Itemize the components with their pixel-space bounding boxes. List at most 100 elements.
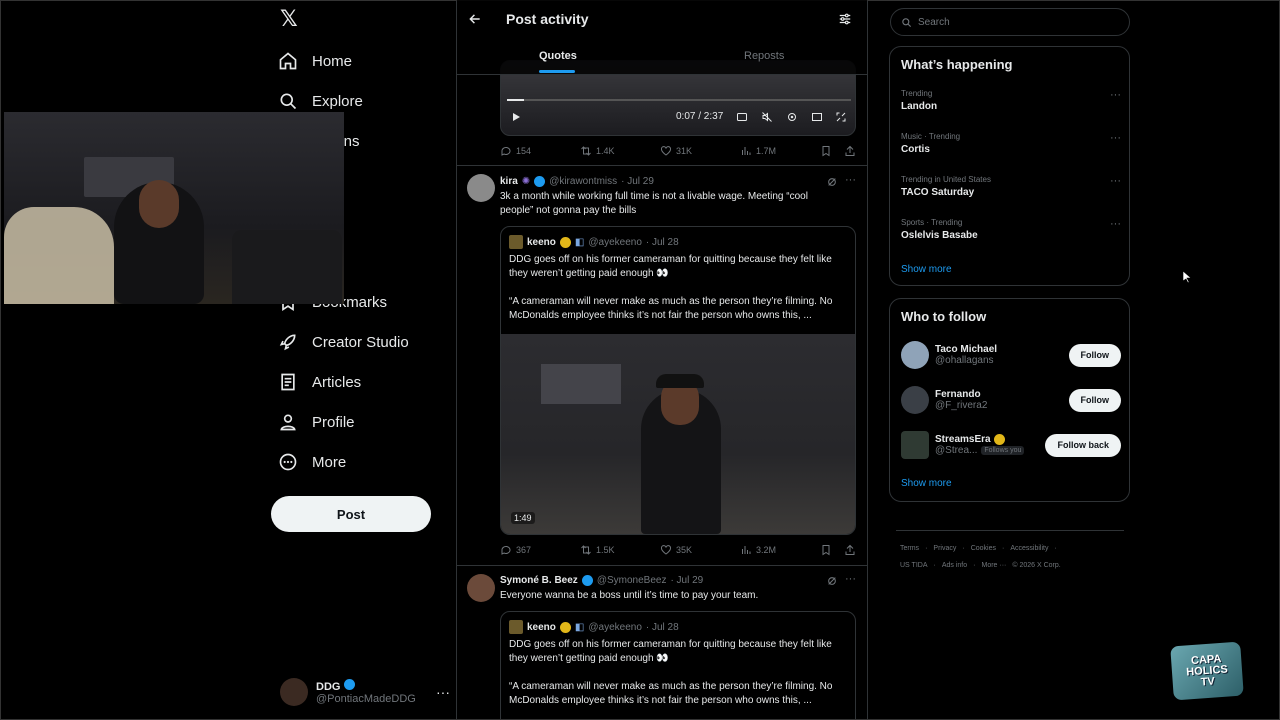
footer-sep: · — [962, 545, 965, 552]
views-button[interactable]: 3.2M — [740, 544, 820, 556]
bookmark-icon[interactable] — [820, 145, 832, 157]
repost-button[interactable]: 1.4K — [580, 145, 660, 157]
trend-item[interactable]: Music · Trending Cortis ··· — [901, 132, 1121, 155]
quoted-post[interactable]: keeno ◧ @ayekeeno · Jul 28 DDG goes off … — [500, 226, 856, 535]
nav-profile[interactable]: Profile — [278, 402, 355, 442]
captions-icon[interactable] — [736, 111, 748, 123]
footer-link-more[interactable]: More ··· — [981, 562, 1006, 569]
nav-creator-studio[interactable]: Creator Studio — [278, 322, 409, 362]
reply-button[interactable]: 367 — [500, 544, 580, 556]
account-name: DDG — [316, 681, 341, 693]
show-more-link[interactable]: Show more — [901, 478, 952, 489]
post-author-name[interactable]: kira — [500, 176, 518, 187]
quoted-post[interactable]: keeno ◧ @ayekeeno · Jul 28 DDG goes off … — [500, 611, 856, 720]
quoted-author-name: keeno — [527, 621, 556, 633]
like-button[interactable]: 31K — [660, 145, 740, 157]
post-date[interactable]: · Jul 29 — [670, 575, 703, 586]
trend-meta: Sports · Trending — [901, 218, 963, 227]
fullscreen-icon[interactable] — [835, 111, 847, 123]
repost-button[interactable]: 1.5K — [580, 544, 660, 556]
footer-link-us-tida[interactable]: US TIDA — [900, 562, 928, 569]
quoted-author-handle: @ayekeeno — [588, 621, 642, 633]
view-count: 1.7M — [756, 146, 777, 156]
quoted-post-text-1: DDG goes off on his former cameraman for… — [509, 639, 832, 664]
nav-explore-label: Explore — [312, 92, 363, 110]
nav-profile-label: Profile — [312, 413, 355, 431]
follow-handle-row: @Strea... Follows you — [935, 445, 1025, 456]
follow-suggestion[interactable]: Taco Michael @ohallagans Follow — [901, 339, 1121, 371]
footer-link-accessibility[interactable]: Accessibility — [1010, 545, 1048, 552]
quoted-post-date: · Jul 28 — [645, 621, 679, 633]
more-dots-icon[interactable]: ··· — [436, 684, 450, 700]
post-author-handle[interactable]: @SymoneBeez — [597, 575, 667, 586]
video-progress-bar[interactable] — [507, 99, 851, 101]
post-date[interactable]: · Jul 29 — [621, 176, 654, 187]
filter-icon[interactable] — [838, 12, 852, 26]
post-divider — [457, 565, 867, 566]
search-input[interactable] — [918, 16, 1118, 28]
nav-articles[interactable]: Articles — [278, 362, 361, 402]
follow-button[interactable]: Follow — [1068, 343, 1121, 367]
tab-reposts[interactable]: Reposts — [744, 50, 784, 62]
show-more-link[interactable]: Show more — [901, 264, 952, 275]
grok-icon[interactable] — [827, 177, 837, 187]
account-switcher[interactable]: DDG @PontiacMadeDDG ··· — [280, 676, 450, 708]
whats-happening-title: What’s happening — [901, 57, 1013, 72]
follow-button[interactable]: Follow — [1068, 388, 1121, 412]
search-box[interactable] — [890, 8, 1130, 36]
tab-quotes[interactable]: Quotes — [539, 50, 577, 62]
footer-sep: · — [925, 545, 928, 552]
pip-icon[interactable] — [811, 111, 823, 123]
trend-item[interactable]: Trending Landon ··· — [901, 89, 1121, 112]
follow-suggestion[interactable]: Fernando @F_rivera2 Follow — [901, 384, 1121, 416]
follow-suggestion[interactable]: StreamsEra @Strea... Follows you Follow b… — [901, 429, 1121, 461]
footer-link-ads-info[interactable]: Ads info — [942, 562, 967, 569]
nav-creator-studio-label: Creator Studio — [312, 333, 409, 351]
follow-back-button[interactable]: Follow back — [1045, 433, 1121, 457]
trend-item[interactable]: Trending in United States TACO Saturday … — [901, 175, 1121, 198]
more-dots-icon[interactable]: ··· — [1110, 89, 1121, 101]
repost-count: 1.4K — [596, 146, 615, 156]
home-icon — [279, 52, 297, 70]
more-dots-icon[interactable]: ··· — [1110, 175, 1121, 187]
share-icon[interactable] — [844, 544, 856, 556]
post-actions-right — [820, 544, 856, 556]
x-logo-icon[interactable]: 𝕏 — [280, 9, 300, 31]
trend-meta: Trending — [901, 89, 933, 98]
footer-link-privacy[interactable]: Privacy — [933, 545, 956, 552]
trend-item[interactable]: Sports · Trending Oslelvis Basabe ··· — [901, 218, 1121, 241]
like-button[interactable]: 35K — [660, 544, 740, 556]
avatar[interactable] — [467, 174, 495, 202]
views-chart-icon — [742, 147, 751, 155]
mouse-cursor-icon — [1183, 271, 1191, 283]
mute-icon[interactable] — [761, 111, 773, 123]
share-icon[interactable] — [844, 145, 856, 157]
avatar — [901, 386, 929, 414]
post-author-handle[interactable]: @kirawontmiss — [549, 176, 617, 187]
footer-link-terms[interactable]: Terms — [900, 545, 919, 552]
play-icon[interactable] — [510, 111, 522, 123]
video-thumbnail[interactable]: 1:49 — [501, 334, 855, 534]
footer-link-cookies[interactable]: Cookies — [971, 545, 996, 552]
post-button[interactable]: Post — [271, 496, 431, 532]
post-author-name[interactable]: Symoné B. Beez — [500, 575, 578, 586]
quoted-post-text: DDG goes off on his former cameraman for… — [509, 253, 851, 323]
settings-gear-icon[interactable] — [786, 111, 798, 123]
back-arrow-icon[interactable] — [468, 12, 482, 26]
post-actions: 154 1.4K 31K 1.7M — [500, 144, 856, 158]
views-button[interactable]: 1.7M — [740, 145, 820, 157]
footer-sep: · — [1002, 545, 1005, 552]
reply-icon — [501, 545, 511, 555]
more-dots-icon[interactable]: ··· — [1110, 132, 1121, 144]
nav-more[interactable]: More — [278, 442, 346, 482]
bookmark-icon[interactable] — [820, 544, 832, 556]
person-icon — [280, 414, 296, 431]
nav-home[interactable]: Home — [278, 41, 352, 81]
more-dots-icon[interactable]: ··· — [845, 174, 856, 186]
webcam-head — [139, 180, 179, 228]
more-dots-icon[interactable]: ··· — [1110, 218, 1121, 230]
reply-button[interactable]: 154 — [500, 145, 580, 157]
grok-icon[interactable] — [827, 576, 837, 586]
more-dots-icon[interactable]: ··· — [845, 573, 856, 585]
avatar[interactable] — [467, 574, 495, 602]
